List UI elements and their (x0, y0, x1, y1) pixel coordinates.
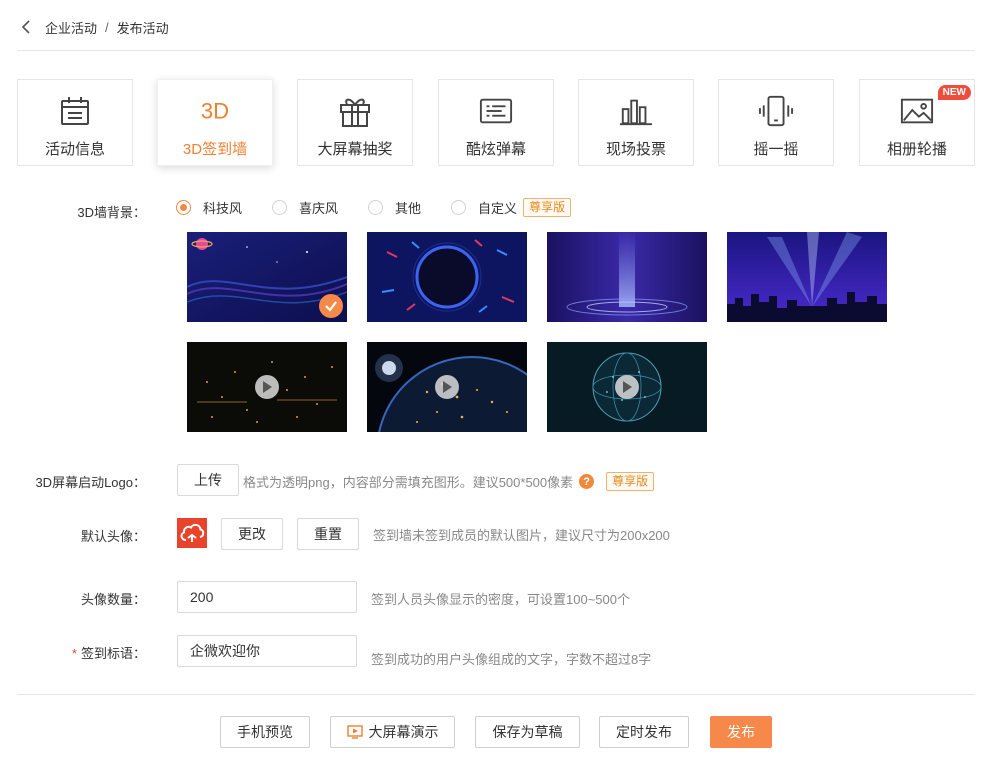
slogan-hint: 签到成功的用户头像组成的文字，字数不超过8字 (371, 652, 652, 667)
publish-button[interactable]: 发布 (710, 716, 772, 748)
danmaku-icon (479, 94, 513, 128)
play-icon[interactable] (615, 375, 639, 399)
tab-label: 酷炫弹幕 (465, 141, 526, 158)
breadcrumb-parent[interactable]: 企业活动 (45, 18, 97, 37)
radio-other[interactable]: 其他 (368, 198, 421, 217)
bg-thumb-tech-ring[interactable] (367, 232, 527, 322)
radio-label: 喜庆风 (299, 200, 339, 216)
required-mark: * (71, 646, 77, 661)
tab-lottery[interactable]: 大屏幕抽奖 (297, 79, 413, 166)
screen-play-icon (346, 725, 363, 739)
vip-badge: 尊享版 (523, 197, 572, 217)
logo-hint-row: 格式为透明png，内容部分需填充图形。建议500*500像素 ? 尊享版 (243, 472, 655, 491)
radio-custom[interactable]: 自定义 尊享版 (451, 197, 572, 217)
selected-check-icon (319, 294, 343, 318)
tab-vote[interactable]: 现场投票 (578, 79, 694, 166)
slogan-input[interactable] (177, 635, 357, 667)
bg-thumb-digital-globe[interactable] (547, 342, 707, 432)
tab-label: 3D签到墙 (182, 141, 248, 158)
vip-badge: 尊享版 (606, 472, 655, 491)
radio-label: 科技风 (203, 200, 243, 216)
help-icon[interactable]: ? (579, 474, 595, 489)
bg-thumb-tech-wave[interactable] (187, 232, 347, 322)
default-avatar-label: 默认头像： (80, 529, 146, 544)
tab-activity-info[interactable]: 活动信息 (17, 79, 133, 166)
radio-button[interactable] (368, 199, 384, 215)
gift-icon (338, 94, 372, 128)
avatar-count-input[interactable] (177, 581, 357, 613)
bg-thumb-dark-particles[interactable] (187, 342, 347, 432)
upload-button[interactable]: 上传 (177, 464, 239, 496)
breadcrumb: 企业活动 / 发布活动 (17, 14, 169, 40)
logo-hint: 格式为透明png，内容部分需填充图形。建议500*500像素 (243, 475, 574, 490)
tab-label: 摇一摇 (753, 141, 799, 158)
new-badge: NEW (937, 85, 971, 100)
bg-thumb-tech-beam[interactable] (547, 232, 707, 322)
radio-label: 自定义 (478, 200, 518, 216)
mobile-preview-button[interactable]: 手机预览 (220, 716, 310, 748)
reset-avatar-button[interactable]: 重置 (297, 518, 359, 550)
shake-phone-icon (759, 94, 793, 128)
default-avatar-hint: 签到墙未签到成员的默认图片，建议尺寸为200x200 (373, 528, 670, 543)
divider (17, 50, 975, 51)
save-draft-button[interactable]: 保存为草稿 (475, 716, 580, 748)
tab-3d-signin-wall[interactable]: 3D 3D签到墙 (157, 79, 273, 166)
calendar-icon (58, 94, 92, 128)
background-label: 3D墙背景： (77, 205, 146, 220)
avatar-count-hint: 签到人员头像显示的密度，可设置100~500个 (371, 592, 630, 607)
tab-shake[interactable]: 摇一摇 (718, 79, 834, 166)
radio-label: 其他 (395, 200, 422, 216)
change-avatar-button[interactable]: 更改 (221, 518, 283, 550)
big-screen-demo-button[interactable]: 大屏幕演示 (330, 716, 455, 748)
radio-button[interactable] (451, 199, 467, 215)
radio-button[interactable] (272, 199, 288, 215)
breadcrumb-separator: / (105, 19, 109, 35)
breadcrumb-current: 发布活动 (116, 20, 169, 36)
bar-chart-icon (619, 94, 653, 128)
big-screen-demo-label: 大屏幕演示 (368, 724, 439, 740)
avatar-count-label: 头像数量： (80, 592, 146, 607)
bg-thumb-earth-night[interactable] (367, 342, 527, 432)
slogan-label: 签到标语： (80, 646, 146, 661)
schedule-publish-button[interactable]: 定时发布 (599, 716, 689, 748)
divider (17, 694, 975, 695)
cloud-icon (180, 523, 205, 542)
3d-icon-text: 3D (201, 99, 229, 124)
tab-label: 大屏幕抽奖 (317, 141, 393, 158)
tab-label: 活动信息 (44, 141, 105, 158)
play-icon[interactable] (435, 375, 459, 399)
default-avatar-image (177, 518, 207, 548)
tab-label: 现场投票 (605, 141, 666, 158)
bg-thumb-tech-city-lights[interactable] (727, 232, 887, 322)
chevron-left-icon[interactable] (17, 18, 35, 36)
radio-tech[interactable]: 科技风 (176, 198, 242, 217)
logo-label: 3D屏幕启动Logo： (35, 475, 146, 490)
slogan-label-row: * 签到标语： (20, 643, 146, 662)
tab-label: 相册轮播 (886, 141, 947, 158)
tab-album-carousel[interactable]: NEW 相册轮播 (859, 79, 975, 166)
3d-text-icon: 3D (198, 94, 232, 128)
tab-danmaku[interactable]: 酷炫弹幕 (438, 79, 554, 166)
image-icon (900, 94, 934, 128)
play-icon[interactable] (255, 375, 279, 399)
background-style-radios: 科技风 喜庆风 其他 自定义 尊享版 (176, 196, 572, 218)
radio-button[interactable] (176, 199, 191, 215)
radio-festive[interactable]: 喜庆风 (272, 198, 338, 217)
